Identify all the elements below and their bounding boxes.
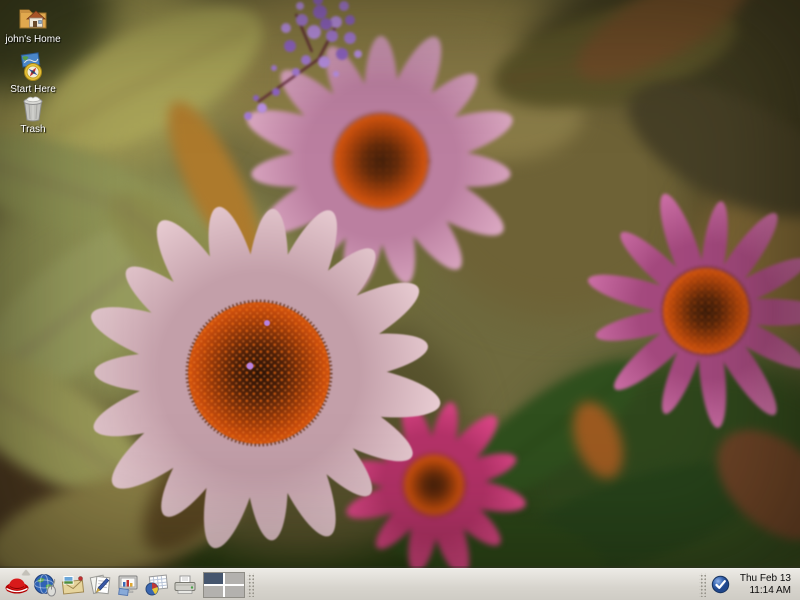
main-menu-button[interactable]	[3, 570, 31, 600]
menu-arrow-icon	[22, 570, 30, 575]
workspace-switcher[interactable]	[203, 572, 245, 598]
workspace-cell-2[interactable]	[225, 573, 244, 584]
spreadsheet-launcher[interactable]	[143, 570, 171, 600]
clock-date: Thu Feb 13	[735, 573, 791, 585]
presentation-launcher[interactable]	[115, 570, 143, 600]
desktop-icon-label: john's Home	[5, 34, 60, 45]
email-launcher[interactable]	[59, 570, 87, 600]
start-here-icon	[18, 52, 48, 82]
desktop[interactable]: john's Home Start Here	[0, 0, 800, 568]
applet-drag-handle[interactable]	[247, 573, 254, 597]
printer-launcher[interactable]	[171, 570, 199, 600]
desktop-icon-trash[interactable]: Trash	[2, 94, 64, 135]
desktop-icon-label: Trash	[20, 124, 45, 135]
home-folder-icon	[17, 2, 49, 32]
email-envelope-icon	[60, 574, 86, 596]
workspace-cell-4[interactable]	[225, 586, 244, 597]
bottom-panel: Thu Feb 13 11:14 AM	[0, 568, 800, 600]
trash-icon	[20, 94, 46, 122]
web-browser-globe-icon	[33, 573, 57, 597]
printer-icon	[172, 574, 198, 596]
update-check-icon	[711, 575, 730, 594]
word-processor-launcher[interactable]	[87, 570, 115, 600]
update-notifier-button[interactable]	[711, 575, 730, 594]
web-browser-launcher[interactable]	[31, 570, 59, 600]
redhat-icon	[4, 574, 30, 595]
desktop-icon-home[interactable]: john's Home	[2, 2, 64, 45]
desktop-screen: john's Home Start Here	[0, 0, 800, 600]
spreadsheet-pie-icon	[144, 574, 170, 596]
applet-drag-handle[interactable]	[699, 573, 706, 597]
workspace-cell-1[interactable]	[204, 573, 223, 584]
workspace-cell-3[interactable]	[204, 586, 223, 597]
clock-applet[interactable]: Thu Feb 13 11:14 AM	[733, 573, 797, 596]
wallpaper-photo	[0, 0, 800, 568]
word-processor-icon	[88, 573, 114, 596]
desktop-icon-start-here[interactable]: Start Here	[2, 52, 64, 95]
presentation-monitor-icon	[116, 574, 142, 596]
clock-time: 11:14 AM	[735, 585, 791, 597]
